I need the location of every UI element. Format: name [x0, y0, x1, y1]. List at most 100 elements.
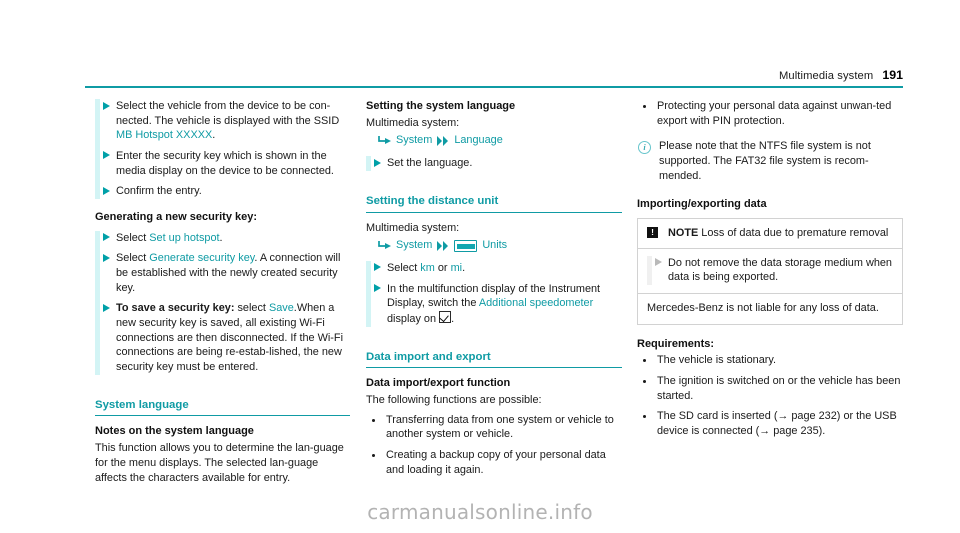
page-header: Multimedia system 191	[85, 68, 903, 82]
heading-generating-key: Generating a new security key:	[95, 210, 258, 223]
step-text: Select Generate security key. A connecti…	[116, 251, 350, 295]
step-arrow-icon	[655, 258, 662, 267]
nav-item-language[interactable]: Language	[454, 133, 502, 148]
corner-arrow-icon	[378, 135, 391, 146]
list-item-text: Transferring data from one system or veh…	[386, 413, 614, 441]
heading-data-import-function: Data import/export function	[366, 377, 511, 390]
list-item-text: Creating a backup copy of your personal …	[386, 449, 606, 476]
heading-system-language: System language	[95, 398, 350, 417]
column-right: Protecting your personal data against un…	[637, 99, 903, 445]
instruction-group-units: Select km or mi. In the multifunction di…	[366, 260, 622, 327]
step-arrow-icon	[374, 263, 381, 272]
nav-item-system[interactable]: System	[396, 238, 432, 253]
step-text-pre: select	[234, 302, 269, 315]
instruction-step-set-language: Set the language.	[366, 156, 622, 171]
instruction-step-mfd: In the multifunction display of the Inst…	[366, 282, 622, 327]
column-middle: Setting the system language Multimedia s…	[366, 99, 622, 483]
list-item: Creating a backup copy of your personal …	[366, 448, 622, 477]
heading-setting-system-language: Setting the system language	[366, 100, 516, 112]
step-arrow-icon	[103, 303, 110, 312]
instruction-step-select-unit: Select km or mi.	[366, 261, 622, 276]
column-left: Select the vehicle from the device to be…	[95, 99, 350, 485]
bullet-dot-icon	[643, 104, 647, 108]
info-note-text: Please note that the NTFS file system is…	[659, 140, 871, 182]
heading-notes-system-language: Notes on the system language	[95, 425, 254, 438]
step-text: Confirm the entry.	[116, 185, 202, 198]
list-item-text: The ignition is switched on or the vehic…	[657, 375, 901, 402]
header-title: Multimedia system	[778, 70, 874, 82]
note-label: NOTE	[668, 227, 699, 240]
header-rule	[85, 86, 903, 88]
double-arrow-icon	[437, 135, 449, 146]
step-text-pre: Select	[387, 261, 421, 274]
instruction-step: Select Set up hotspot.	[95, 231, 350, 246]
note-step-inner: Do not remove the data storage medium wh…	[647, 255, 893, 286]
nav-item-system[interactable]: System	[396, 133, 432, 148]
note-step-text: Do not remove the data storage medium wh…	[668, 256, 892, 284]
corner-arrow-icon	[378, 240, 391, 251]
bullet-dot-icon	[372, 418, 376, 422]
list-item: Transferring data from one system or veh…	[366, 413, 622, 442]
list-item: The vehicle is stationary.	[637, 353, 903, 368]
step-text: Select Set up hotspot.	[116, 231, 350, 246]
step-arrow-icon	[103, 151, 110, 160]
heading-importing-exporting-data: Importing/exporting data	[637, 198, 767, 211]
nav-path-units: System Units	[378, 238, 622, 253]
step-text-bold: To save a security key:	[116, 302, 235, 315]
instruction-step-save: To save a security key: select Save.When…	[95, 301, 350, 374]
menu-link-generate-security-key: Generate security key	[149, 252, 255, 265]
step-text-post: .	[212, 129, 216, 142]
step-arrow-icon	[103, 186, 110, 195]
document-page: Multimedia system 191 Select the vehicle…	[0, 0, 960, 533]
note-box-header: ! NOTE Loss of data due to premature rem…	[638, 219, 902, 249]
note-headline: Loss of data due to premature removal	[698, 227, 889, 240]
step-text-pre: Select the vehicle from the device to be…	[116, 100, 340, 127]
list-item: Protecting your personal data against un…	[637, 99, 903, 128]
note-box-footer: Mercedes-Benz is not liable for any loss…	[647, 302, 879, 315]
bullet-dot-icon	[643, 415, 647, 419]
step-text: Enter the security key which is shown in…	[116, 149, 334, 177]
warning-note-box: ! NOTE Loss of data due to premature rem…	[637, 218, 903, 325]
info-note: i Please note that the NTFS file system …	[637, 139, 903, 183]
multimedia-system-label-2: Multimedia system:	[366, 221, 460, 234]
warning-exclamation-icon: !	[647, 227, 658, 239]
step-text-post: .	[451, 312, 455, 325]
step-text: Set the language.	[387, 157, 473, 170]
nav-path-language: System Language	[378, 133, 622, 148]
instruction-step: Enter the security key which is shown in…	[95, 149, 350, 178]
bullet-dot-icon	[372, 453, 376, 458]
heading-requirements: Requirements:	[637, 337, 715, 350]
ssid-link: MB Hotspot XXXXX	[116, 129, 213, 142]
list-item-text: Protecting your personal data against un…	[657, 100, 892, 127]
instruction-step: Confirm the entry.	[95, 184, 350, 199]
checkbox-checked-icon	[439, 310, 452, 323]
multimedia-system-label: Multimedia system:	[366, 116, 460, 129]
step-text-post: .	[462, 261, 466, 274]
list-item: The SD card is inserted (→ page 232) or …	[637, 409, 903, 438]
step-text: In the multifunction display of the Inst…	[387, 282, 622, 327]
heading-data-import-export: Data import and export	[366, 350, 622, 369]
step-arrow-icon	[103, 233, 110, 242]
bullet-dot-icon	[643, 379, 647, 384]
step-text: To save a security key: select Save.When…	[116, 301, 350, 374]
list-item: The ignition is switched on or the vehic…	[637, 374, 903, 403]
menu-link-mi: mi	[450, 261, 463, 274]
nav-item-units[interactable]: Units	[482, 238, 507, 253]
step-text-mid: display on	[387, 312, 440, 325]
step-arrow-icon	[374, 158, 381, 167]
step-text-pre: Select	[116, 252, 150, 265]
step-text-post: .	[219, 231, 223, 244]
heading-setting-distance-unit: Setting the distance unit	[366, 194, 622, 213]
double-arrow-icon	[437, 240, 449, 251]
highlight-bar	[366, 156, 371, 171]
list-item-text: The SD card is inserted (→ page 232) or …	[657, 410, 897, 438]
page-number: 191	[882, 68, 903, 82]
list-item-text: The vehicle is stationary.	[657, 354, 777, 367]
note-box-step: Do not remove the data storage medium wh…	[638, 249, 902, 295]
step-text-pre: Select	[116, 231, 150, 244]
instruction-group-wifi: Select the vehicle from the device to be…	[95, 99, 350, 199]
instruction-step: Select Generate security key. A connecti…	[95, 251, 350, 295]
menu-link-additional-speedometer: Additional speedometer	[478, 297, 594, 310]
intro-functions-text: The following functions are possible:	[366, 394, 542, 407]
menu-link-set-up-hotspot: Set up hotspot	[149, 231, 220, 244]
